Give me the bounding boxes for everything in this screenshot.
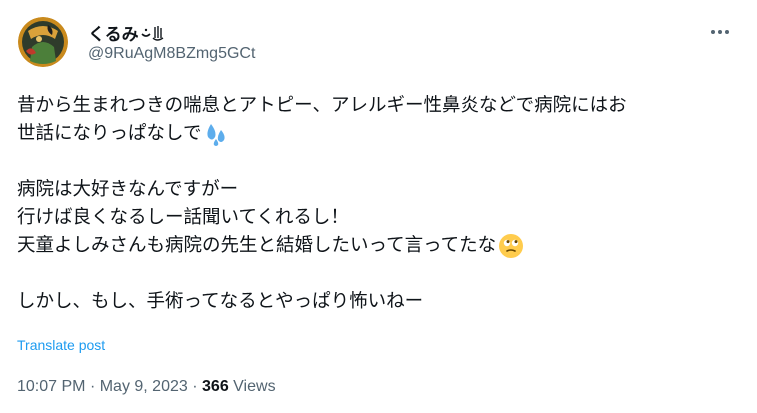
tweet-line: しかし、もし、手術ってなるとやっぱり怖いねー <box>17 291 424 312</box>
face-with-rolling-eyes-emoji-icon <box>499 234 524 258</box>
dot-icon <box>711 30 715 34</box>
tweet-line: 行けば良くなるしー話聞いてくれるし！ <box>17 207 349 228</box>
meta-separator: · <box>192 378 198 395</box>
tweet-line: 病院は大好きなんですがー <box>17 179 239 200</box>
display-name-text: くるみ <box>88 25 139 44</box>
hand-emoji-icon <box>141 26 164 41</box>
tweet-meta: 10:07 PM · May 9, 2023 · 366 Views <box>17 378 276 396</box>
tweet-line: 天童よしみさんも病院の先生と結婚したいって言ってたな <box>17 232 737 260</box>
tweet-date[interactable]: May 9, 2023 <box>100 378 188 395</box>
more-options-button[interactable] <box>707 22 733 42</box>
tweet-card: くるみ @9RuAgM8BZmg5GCt 昔から生まれつきの喘息とアトピー、アレ… <box>0 0 757 413</box>
translate-post-link[interactable]: Translate post <box>17 337 105 353</box>
dot-icon <box>725 30 729 34</box>
meta-separator: · <box>89 378 96 395</box>
author-display-name[interactable]: くるみ <box>88 20 165 45</box>
avatar-image <box>18 17 68 67</box>
tweet-line: 昔から生まれつきの喘息とアトピー、アレルギー性鼻炎などで病院にはお <box>17 95 627 116</box>
tweet-time[interactable]: 10:07 PM <box>17 378 85 395</box>
author-handle[interactable]: @9RuAgM8BZmg5GCt <box>88 45 255 63</box>
tweet-text: 昔から生まれつきの喘息とアトピー、アレルギー性鼻炎などで病院にはお 世話になりっ… <box>17 92 737 316</box>
sweat-droplets-emoji-icon <box>207 124 226 146</box>
dot-icon <box>718 30 722 34</box>
views-label: Views <box>233 378 276 395</box>
tweet-line: 世話になりっぱなしで <box>17 120 737 148</box>
views-count: 366 <box>202 378 229 395</box>
avatar[interactable] <box>18 17 68 67</box>
